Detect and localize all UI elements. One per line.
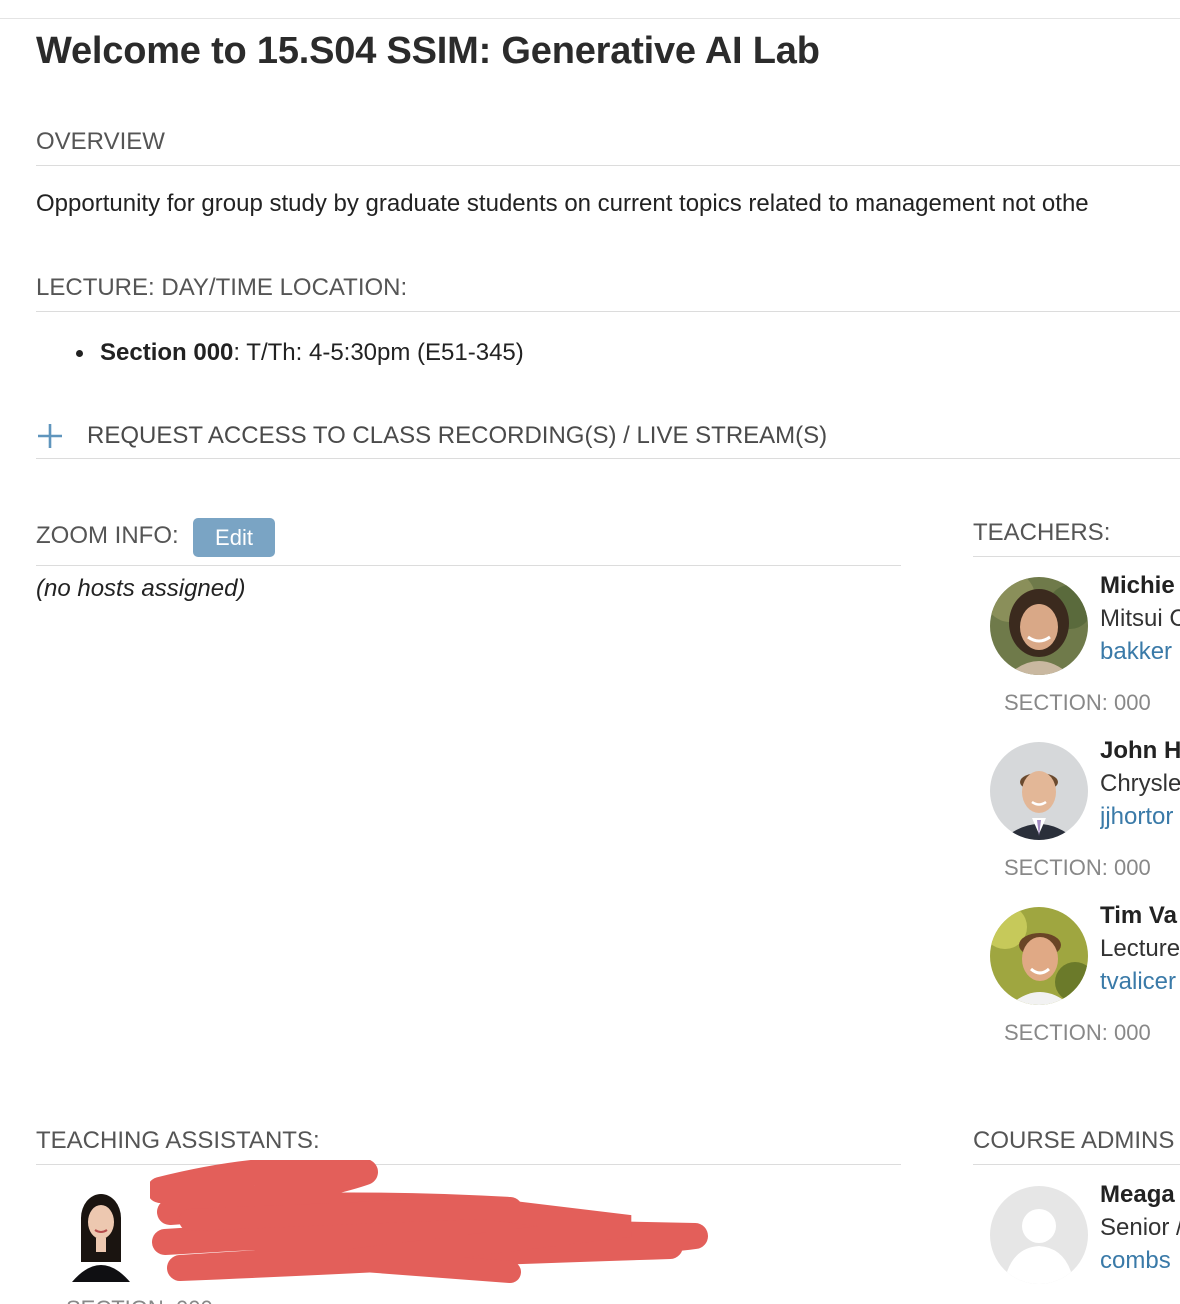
overview-divider xyxy=(36,165,1180,166)
teacher-name: John H xyxy=(1100,737,1180,764)
teacher-email-container: bakker xyxy=(1100,638,1180,672)
zoom-divider xyxy=(36,565,901,566)
teacher-avatar[interactable] xyxy=(990,742,1088,840)
overview-heading: OVERVIEW xyxy=(36,128,165,155)
bullet-icon xyxy=(76,350,83,357)
teacher-email-container: jjhortor xyxy=(1100,803,1180,837)
teacher-email-container: tvalicer xyxy=(1100,968,1180,1002)
course-admins-divider xyxy=(973,1164,1180,1165)
teachers-divider xyxy=(973,556,1180,557)
request-recording-link[interactable]: REQUEST ACCESS TO CLASS RECORDING(S) / L… xyxy=(87,422,827,450)
teacher-email-link[interactable]: tvalicer xyxy=(1100,968,1176,995)
teacher-section-label: SECTION: 000 xyxy=(1004,690,1151,715)
lecture-section-item: Section 000: T/Th: 4-5:30pm (E51-345) xyxy=(100,339,524,367)
ta-section-container: SECTION: 000 xyxy=(66,1294,266,1304)
teacher-avatar[interactable] xyxy=(990,577,1088,675)
teacher-title: Mitsui C xyxy=(1100,605,1180,632)
page-title: Welcome to 15.S04 SSIM: Generative AI La… xyxy=(36,30,820,72)
teacher-name-container: Michie xyxy=(1100,572,1180,606)
recording-divider xyxy=(36,458,1180,459)
zoom-edit-button[interactable]: Edit xyxy=(193,518,275,557)
teacher-section-label: SECTION: 000 xyxy=(1004,1020,1151,1045)
lecture-heading: LECTURE: DAY/TIME LOCATION: xyxy=(36,274,408,301)
ta-section-label: SECTION: 000 xyxy=(66,1296,213,1304)
admin-avatar-placeholder-icon[interactable] xyxy=(990,1186,1088,1284)
admin-email-container: combs xyxy=(1100,1247,1180,1281)
lecture-divider xyxy=(36,311,1180,312)
zoom-hosts-text: (no hosts assigned) xyxy=(36,575,246,602)
overview-text: Opportunity for group study by graduate … xyxy=(36,190,1089,217)
teaching-assistants-heading: TEACHING ASSISTANTS: xyxy=(36,1127,320,1154)
teacher-title: Lecture xyxy=(1100,935,1180,962)
teacher-title-container: Mitsui C xyxy=(1100,605,1180,637)
course-admins-heading: COURSE ADMINS xyxy=(973,1127,1175,1154)
top-divider xyxy=(0,18,1180,19)
teacher-email-link[interactable]: jjhortor xyxy=(1100,803,1173,830)
admin-name-container: Meaga xyxy=(1100,1181,1180,1215)
overview-text-container: Opportunity for group study by graduate … xyxy=(36,190,1180,224)
admin-email-link[interactable]: combs xyxy=(1100,1247,1171,1274)
teacher-name: Michie xyxy=(1100,572,1175,599)
lecture-section-details: : T/Th: 4-5:30pm (E51-345) xyxy=(233,339,524,366)
teacher-email-link[interactable]: bakker xyxy=(1100,638,1172,665)
teachers-heading: TEACHERS: xyxy=(973,519,1111,546)
zoom-heading: ZOOM INFO: xyxy=(36,522,179,549)
admin-name: Meaga xyxy=(1100,1181,1175,1208)
redaction-scribble xyxy=(147,1156,710,1290)
admin-title-container: Senior / xyxy=(1100,1214,1180,1246)
lecture-section-label: Section 000 xyxy=(100,339,234,366)
teacher-title: Chrysle xyxy=(1100,770,1180,797)
teaching-assistants-divider xyxy=(36,1164,901,1165)
admin-title: Senior / xyxy=(1100,1214,1180,1241)
teacher-title-container: Chrysle xyxy=(1100,770,1180,802)
teacher-title-container: Lecture xyxy=(1100,935,1180,967)
teacher-section-label: SECTION: 000 xyxy=(1004,855,1151,880)
ta-avatar[interactable] xyxy=(64,1190,138,1282)
course-admins-heading-container: COURSE ADMINS xyxy=(973,1127,1180,1161)
plus-icon[interactable] xyxy=(36,422,64,450)
teacher-name: Tim Va xyxy=(1100,902,1177,929)
teacher-name-container: John H xyxy=(1100,737,1180,771)
teacher-avatar[interactable] xyxy=(990,907,1088,1005)
teacher-name-container: Tim Va xyxy=(1100,902,1180,936)
